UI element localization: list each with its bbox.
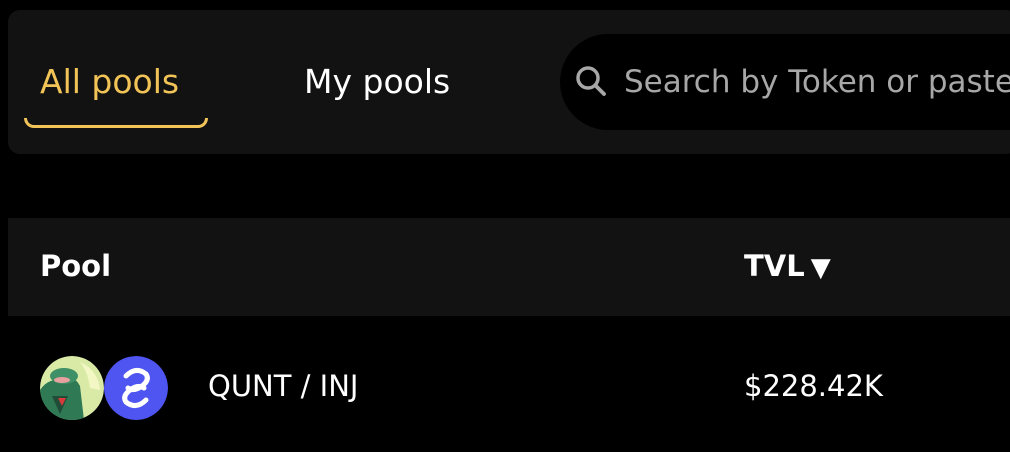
column-header-tvl[interactable]: TVL ▼ [744, 248, 831, 286]
active-tab-indicator [24, 118, 208, 128]
search-box[interactable] [560, 34, 1010, 130]
inj-token-icon [104, 356, 168, 420]
search-input[interactable] [624, 60, 1010, 104]
pool-tvl-value: $228.42K [744, 369, 883, 403]
column-header-tvl-label: TVL [744, 249, 805, 283]
triangle-down-icon[interactable]: ▼ [811, 250, 831, 286]
pool-pair-label: QUNT / INJ [208, 369, 359, 403]
table-header: Pool TVL ▼ [8, 218, 1010, 316]
tab-all-pools[interactable]: All pools [40, 62, 179, 102]
tab-my-pools[interactable]: My pools [304, 62, 450, 102]
column-header-pool: Pool [40, 249, 112, 283]
table-row[interactable]: QUNT / INJ $228.42K [8, 316, 1010, 452]
pools-page: All pools My pools Pool TVL▼ [0, 0, 1010, 452]
search-icon [576, 66, 606, 96]
qunt-token-icon [40, 356, 104, 420]
filter-bar: All pools My pools [8, 10, 1010, 154]
